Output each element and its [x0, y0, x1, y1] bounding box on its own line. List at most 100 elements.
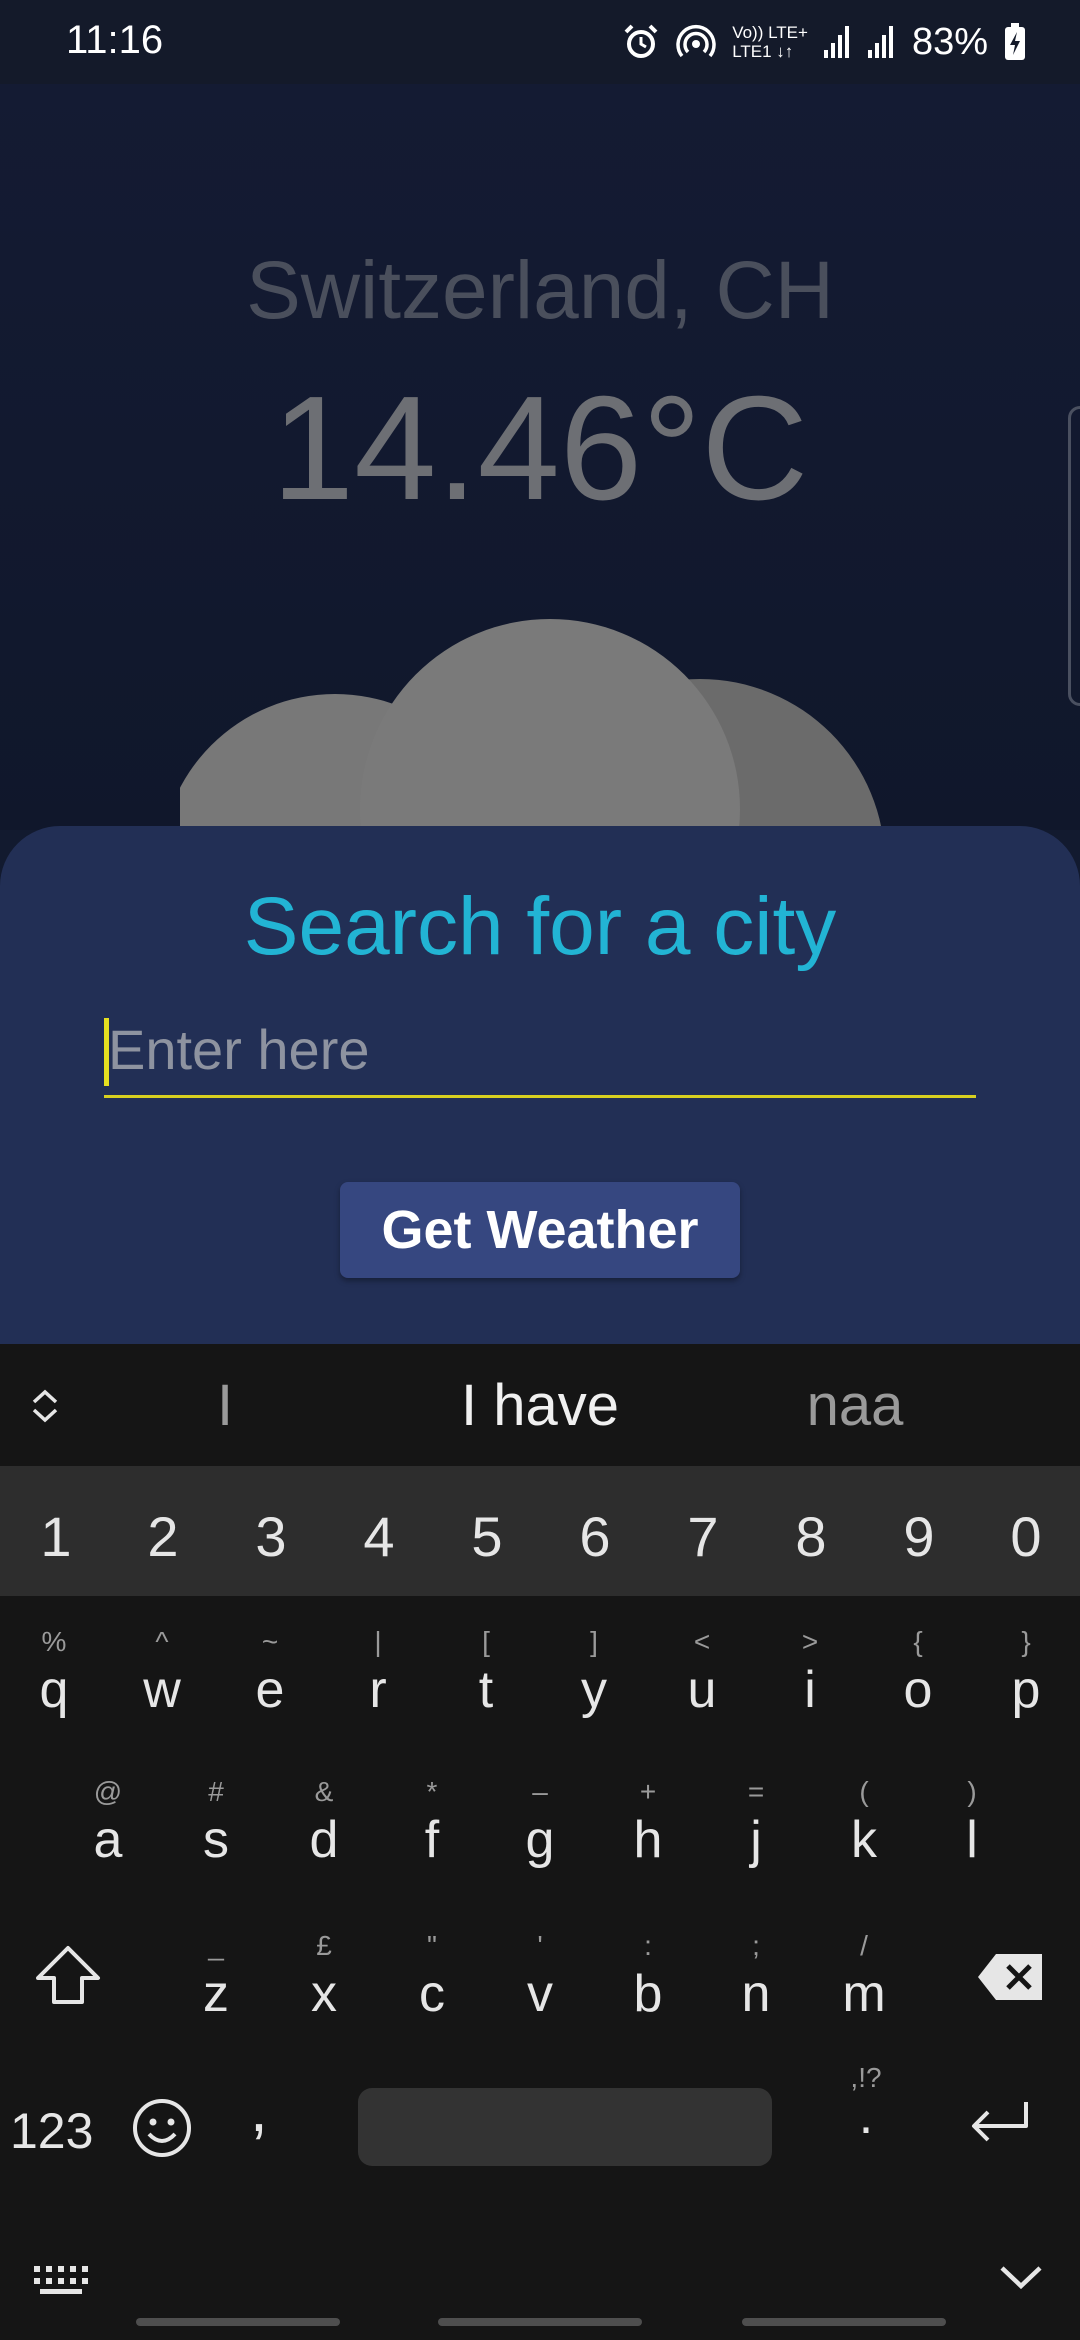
key-hint: ] [590, 1626, 598, 1657]
key-7[interactable]: 7 [653, 1504, 753, 1569]
key-hint: £ [316, 1930, 332, 1961]
key-p[interactable]: } p [976, 1624, 1076, 1774]
status-bar: 11:16 Vo)) LTE+ LTE1 ↓↑ 83% [0, 0, 1080, 84]
key-v[interactable]: ' v [490, 1928, 590, 2078]
key-w[interactable]: ^ w [112, 1624, 212, 1774]
key-label: l [966, 1811, 978, 1869]
key-8[interactable]: 8 [761, 1504, 861, 1569]
period-label: . [858, 2087, 874, 2145]
key-u[interactable]: < u [652, 1624, 752, 1774]
backspace-key[interactable] [976, 1952, 1046, 2007]
key-s[interactable]: # s [166, 1774, 266, 1924]
suggestion-1[interactable]: I [170, 1372, 280, 1439]
key-label: y [581, 1661, 607, 1719]
key-c[interactable]: " c [382, 1928, 482, 2078]
network-line-2: LTE1 ↓↑ [732, 42, 794, 61]
key-hint: > [801, 1626, 819, 1657]
key-0[interactable]: 0 [976, 1504, 1076, 1569]
key-i[interactable]: > i [760, 1624, 860, 1774]
key-f[interactable]: * f [382, 1774, 482, 1924]
key-g[interactable]: – g [490, 1774, 590, 1924]
key-label: d [309, 1811, 339, 1869]
alarm-icon [622, 23, 660, 61]
key-q[interactable]: % q [4, 1624, 104, 1774]
key-hint: [ [482, 1626, 490, 1657]
key-1[interactable]: 1 [6, 1504, 106, 1569]
status-icons: Vo)) LTE+ LTE1 ↓↑ 83% [622, 18, 1026, 66]
key-l[interactable]: ) l [922, 1774, 1022, 1924]
key-6[interactable]: 6 [545, 1504, 645, 1569]
shift-icon [36, 1946, 100, 2004]
number-row: 1 2 3 4 5 6 7 8 9 0 [0, 1466, 1080, 1596]
key-e[interactable]: ~ e [220, 1624, 320, 1774]
key-label: r [369, 1661, 387, 1719]
enter-key[interactable] [964, 2096, 1034, 2161]
expand-toolbar-icon[interactable] [28, 1386, 62, 1431]
key-m[interactable]: / m [814, 1928, 914, 2078]
battery-charging-icon [1004, 23, 1026, 61]
suggestion-2[interactable]: I have [390, 1372, 690, 1439]
key-t[interactable]: [t [436, 1624, 536, 1774]
nav-bar-handle [136, 2318, 340, 2326]
suggestion-3[interactable]: naa [740, 1372, 970, 1439]
key-hint: } [1021, 1626, 1031, 1657]
key-d[interactable]: & d [274, 1774, 374, 1924]
key-hint: * [426, 1776, 438, 1807]
key-hint: % [41, 1626, 67, 1657]
key-label: v [527, 1965, 553, 2023]
key-k[interactable]: (k [814, 1774, 914, 1924]
key-3[interactable]: 3 [221, 1504, 321, 1569]
edge-panel-handle[interactable] [1068, 406, 1080, 706]
period-key[interactable]: ,!? . [836, 2062, 896, 2145]
key-n[interactable]: ; n [706, 1928, 806, 2078]
key-hint: < [693, 1626, 711, 1657]
key-label: s [203, 1811, 229, 1869]
hotspot-icon [676, 22, 716, 62]
key-hint: = [747, 1776, 765, 1807]
key-label: m [842, 1965, 886, 2023]
key-j[interactable]: = j [706, 1774, 806, 1924]
key-label: o [903, 1661, 933, 1719]
suggestion-bar: I I have naa [0, 1344, 1080, 1466]
key-hint: | [374, 1626, 382, 1657]
key-label: a [93, 1811, 123, 1869]
key-2[interactable]: 2 [113, 1504, 213, 1569]
city-search-input[interactable] [108, 1004, 968, 1094]
key-b[interactable]: :b [598, 1928, 698, 2078]
key-o[interactable]: {o [868, 1624, 968, 1774]
key-hint: ^ [155, 1626, 169, 1657]
space-key[interactable] [358, 2088, 772, 2166]
key-r[interactable]: | r [328, 1624, 428, 1774]
get-weather-button[interactable]: Get Weather [340, 1182, 740, 1278]
key-9[interactable]: 9 [869, 1504, 969, 1569]
emoji-key[interactable] [130, 2096, 194, 2165]
key-label: x [311, 1965, 337, 2023]
key-label: e [255, 1661, 285, 1719]
key-hint: + [639, 1776, 657, 1807]
hide-keyboard-icon[interactable] [998, 2262, 1044, 2297]
keyboard-switch-icon[interactable] [32, 2262, 88, 2301]
key-label: c [419, 1965, 445, 2023]
key-z[interactable]: _ z [166, 1928, 266, 2078]
key-5[interactable]: 5 [437, 1504, 537, 1569]
comma-key[interactable]: , [250, 2072, 268, 2146]
key-label: g [525, 1811, 555, 1869]
location-label: Switzerland, CH [246, 245, 834, 336]
key-label: u [687, 1661, 717, 1719]
key-a[interactable]: @ a [58, 1774, 158, 1924]
soft-keyboard: I I have naa 1 2 3 4 5 6 7 8 9 0 % q ^ w ~… [0, 1344, 1080, 2340]
signal-icon [823, 26, 852, 58]
key-label: p [1011, 1661, 1041, 1719]
key-label: b [633, 1965, 663, 2023]
symbols-key[interactable]: 123 [10, 2102, 93, 2160]
network-type: Vo)) LTE+ LTE1 ↓↑ [732, 23, 808, 61]
nav-bar-handle [438, 2318, 642, 2326]
key-4[interactable]: 4 [329, 1504, 429, 1569]
key-x[interactable]: £ x [274, 1928, 374, 2078]
cloud-icon [164, 604, 900, 830]
key-h[interactable]: + h [598, 1774, 698, 1924]
shift-key[interactable] [32, 1942, 104, 2013]
search-title: Search for a city [243, 881, 837, 972]
emoji-icon [133, 2099, 191, 2157]
key-y[interactable]: ] y [544, 1624, 644, 1774]
